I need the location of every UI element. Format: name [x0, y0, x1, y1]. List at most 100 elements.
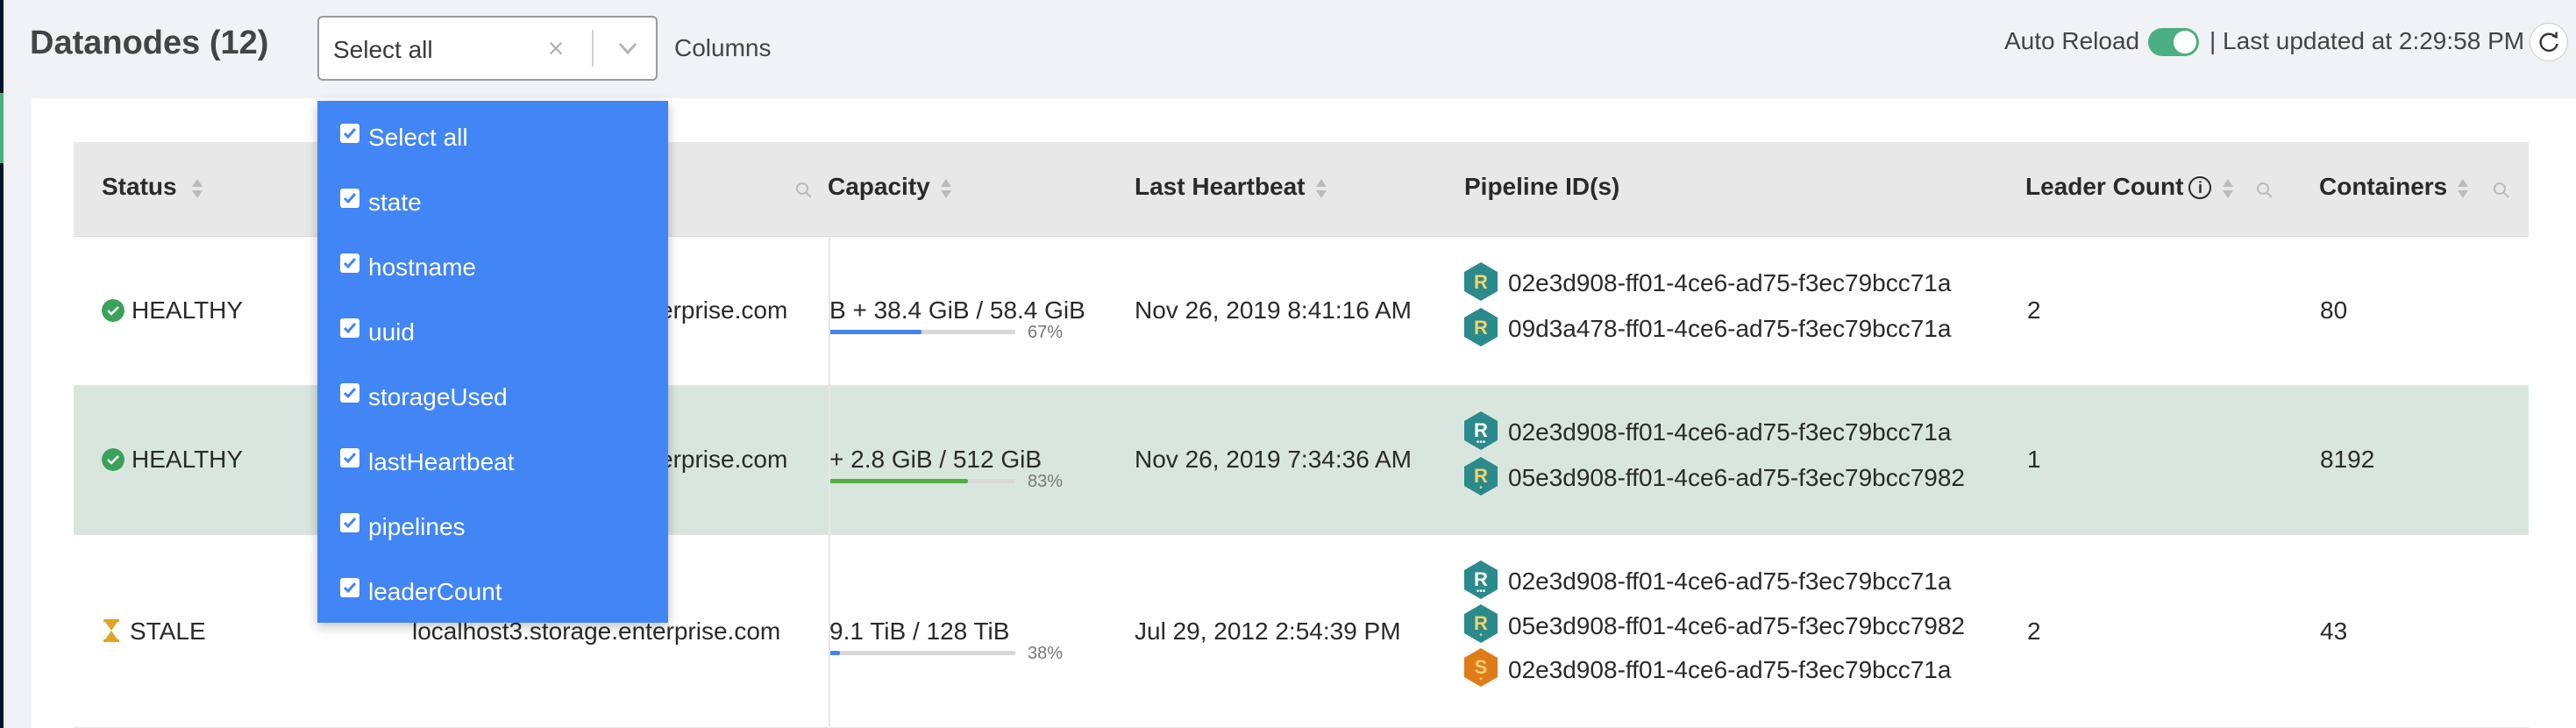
pipeline-id[interactable]: 02e3d908-ff01-4ce6-ad75-f3ec79bcc71a: [1508, 567, 1951, 596]
column-header-capacity[interactable]: Capacity: [828, 173, 930, 201]
option-label: state: [368, 189, 422, 216]
status-cell: HEALTHY: [102, 296, 243, 325]
column-header-label: Status: [102, 173, 177, 200]
column-header-label: Leader Count: [2025, 173, 2184, 200]
dropdown-shadow-edge: [829, 237, 830, 728]
leader-count-cell: 2: [2027, 296, 2041, 324]
check-circle-icon: [102, 299, 125, 322]
standalone-pipeline-icon: S•: [1464, 648, 1498, 687]
checkbox-checked-icon[interactable]: [340, 383, 359, 403]
sort-icon[interactable]: [940, 177, 952, 200]
containers-cell: 43: [2320, 617, 2348, 645]
capacity-bar: [829, 330, 1015, 334]
checkbox-checked-icon[interactable]: [340, 189, 359, 208]
auto-reload-toggle[interactable]: [2148, 28, 2199, 56]
auto-reload-label: Auto Reload: [2004, 27, 2140, 54]
column-header-label: Capacity: [828, 173, 930, 200]
refresh-icon[interactable]: [2530, 23, 2568, 61]
sort-icon[interactable]: [191, 177, 203, 200]
checkbox-checked-icon[interactable]: [340, 253, 359, 273]
page-title: Datanodes (12): [30, 25, 269, 61]
pipeline-id[interactable]: 05e3d908-ff01-4ce6-ad75-f3ec79bcc7982: [1508, 612, 1965, 640]
svg-text:R: R: [1474, 271, 1488, 293]
search-icon[interactable]: [794, 181, 814, 200]
search-icon[interactable]: [2492, 181, 2511, 200]
pipeline-id[interactable]: 09d3a478-ff01-4ce6-ad75-f3ec79bcc71a: [1508, 315, 1951, 343]
capacity-text: + 2.8 GiB / 512 GiB: [829, 446, 1042, 473]
ratis-pipeline-icon: R•••: [1464, 560, 1498, 599]
check-circle-icon: [102, 448, 125, 471]
column-header-label: Containers: [2319, 173, 2448, 200]
ratis-pipeline-icon: R: [1464, 308, 1498, 346]
checkbox-checked-icon[interactable]: [340, 318, 359, 338]
containers-cell: 8192: [2320, 446, 2375, 473]
left-nav-edge: [0, 0, 4, 728]
status-cell: HEALTHY: [102, 446, 243, 474]
capacity-bar: [829, 651, 1015, 655]
checkbox-checked-icon[interactable]: [340, 448, 359, 467]
status-text: HEALTHY: [132, 296, 244, 324]
capacity-percent: 83%: [1028, 472, 1064, 491]
pipeline-id[interactable]: 02e3d908-ff01-4ce6-ad75-f3ec79bcc71a: [1508, 269, 1951, 297]
pipeline-id[interactable]: 02e3d908-ff01-4ce6-ad75-f3ec79bcc71a: [1508, 418, 1951, 446]
option-label: storageUsed: [368, 383, 508, 410]
option-label: Select all: [368, 124, 468, 151]
column-header-last-heartbeat[interactable]: Last Heartbeat: [1135, 173, 1306, 201]
pipeline-id[interactable]: 02e3d908-ff01-4ce6-ad75-f3ec79bcc71a: [1508, 656, 1951, 684]
column-header-pipelines: Pipeline ID(s): [1464, 173, 1619, 201]
svg-text:•: •: [1479, 674, 1483, 684]
checkbox-checked-icon[interactable]: [340, 124, 359, 143]
option-label: uuid: [368, 318, 415, 346]
heartbeat-cell: Nov 26, 2019 7:34:36 AM: [1135, 446, 1412, 473]
leader-count-cell: 2: [2027, 617, 2041, 645]
capacity-percent: 38%: [1028, 644, 1064, 663]
chevron-down-icon[interactable]: [612, 33, 644, 63]
column-header-containers[interactable]: Containers: [2319, 173, 2447, 201]
checkbox-checked-icon[interactable]: [340, 578, 359, 597]
option-label: lastHeartbeat: [368, 448, 515, 475]
info-icon[interactable]: i: [2188, 176, 2212, 199]
capacity-bar-fill: [829, 479, 968, 483]
ratis-pipeline-icon: R•: [1464, 457, 1498, 496]
svg-text:•••: •••: [1477, 587, 1486, 596]
page-header: Datanodes (12) Select all × Columns Auto…: [0, 0, 2576, 98]
columns-dropdown: Select all state hostname uuid storageUs…: [317, 101, 668, 623]
ratis-pipeline-icon: R•••: [1464, 411, 1498, 450]
ratis-pipeline-icon: R•: [1464, 604, 1498, 643]
columns-label: Columns: [674, 34, 772, 61]
hostname-cell: erprise.com: [659, 446, 788, 473]
sort-icon[interactable]: [2222, 177, 2234, 200]
capacity-text: B + 38.4 GiB / 58.4 GiB: [829, 296, 1085, 324]
svg-text:•••: •••: [1477, 438, 1486, 447]
svg-text:•: •: [1479, 483, 1483, 493]
sort-icon[interactable]: [1315, 177, 1327, 200]
column-header-label: Last Heartbeat: [1135, 173, 1306, 200]
select-separator: [592, 30, 594, 67]
status-text: HEALTHY: [132, 446, 244, 473]
checkbox-checked-icon[interactable]: [340, 513, 359, 532]
column-header-leader-count[interactable]: Leader Count i: [2025, 173, 2212, 201]
option-label: leaderCount: [368, 578, 502, 605]
capacity-text: 9.1 TiB / 128 TiB: [829, 617, 1010, 645]
heartbeat-cell: Jul 29, 2012 2:54:39 PM: [1135, 617, 1401, 645]
column-header-label: Pipeline ID(s): [1464, 173, 1620, 200]
capacity-percent: 67%: [1028, 323, 1064, 342]
pipeline-id[interactable]: 05e3d908-ff01-4ce6-ad75-f3ec79bcc7982: [1508, 464, 1965, 492]
capacity-bar-fill: [829, 651, 840, 655]
search-icon[interactable]: [2255, 181, 2274, 200]
column-header-status[interactable]: Status: [102, 173, 177, 201]
option-label: pipelines: [368, 513, 466, 540]
hostname-cell: erprise.com: [659, 296, 788, 324]
capacity-bar-fill: [829, 330, 922, 334]
columns-select[interactable]: Select all ×: [317, 16, 658, 81]
leader-count-cell: 1: [2027, 446, 2041, 473]
heartbeat-cell: Nov 26, 2019 8:41:16 AM: [1135, 296, 1412, 324]
hourglass-icon: [103, 619, 119, 642]
status-text: STALE: [130, 617, 206, 645]
sort-icon[interactable]: [2457, 177, 2469, 200]
status-cell: STALE: [102, 617, 206, 646]
clear-icon[interactable]: ×: [545, 33, 566, 63]
option-label: hostname: [368, 253, 476, 281]
nav-active-marker: [0, 93, 4, 163]
toggle-knob: [2174, 31, 2196, 54]
